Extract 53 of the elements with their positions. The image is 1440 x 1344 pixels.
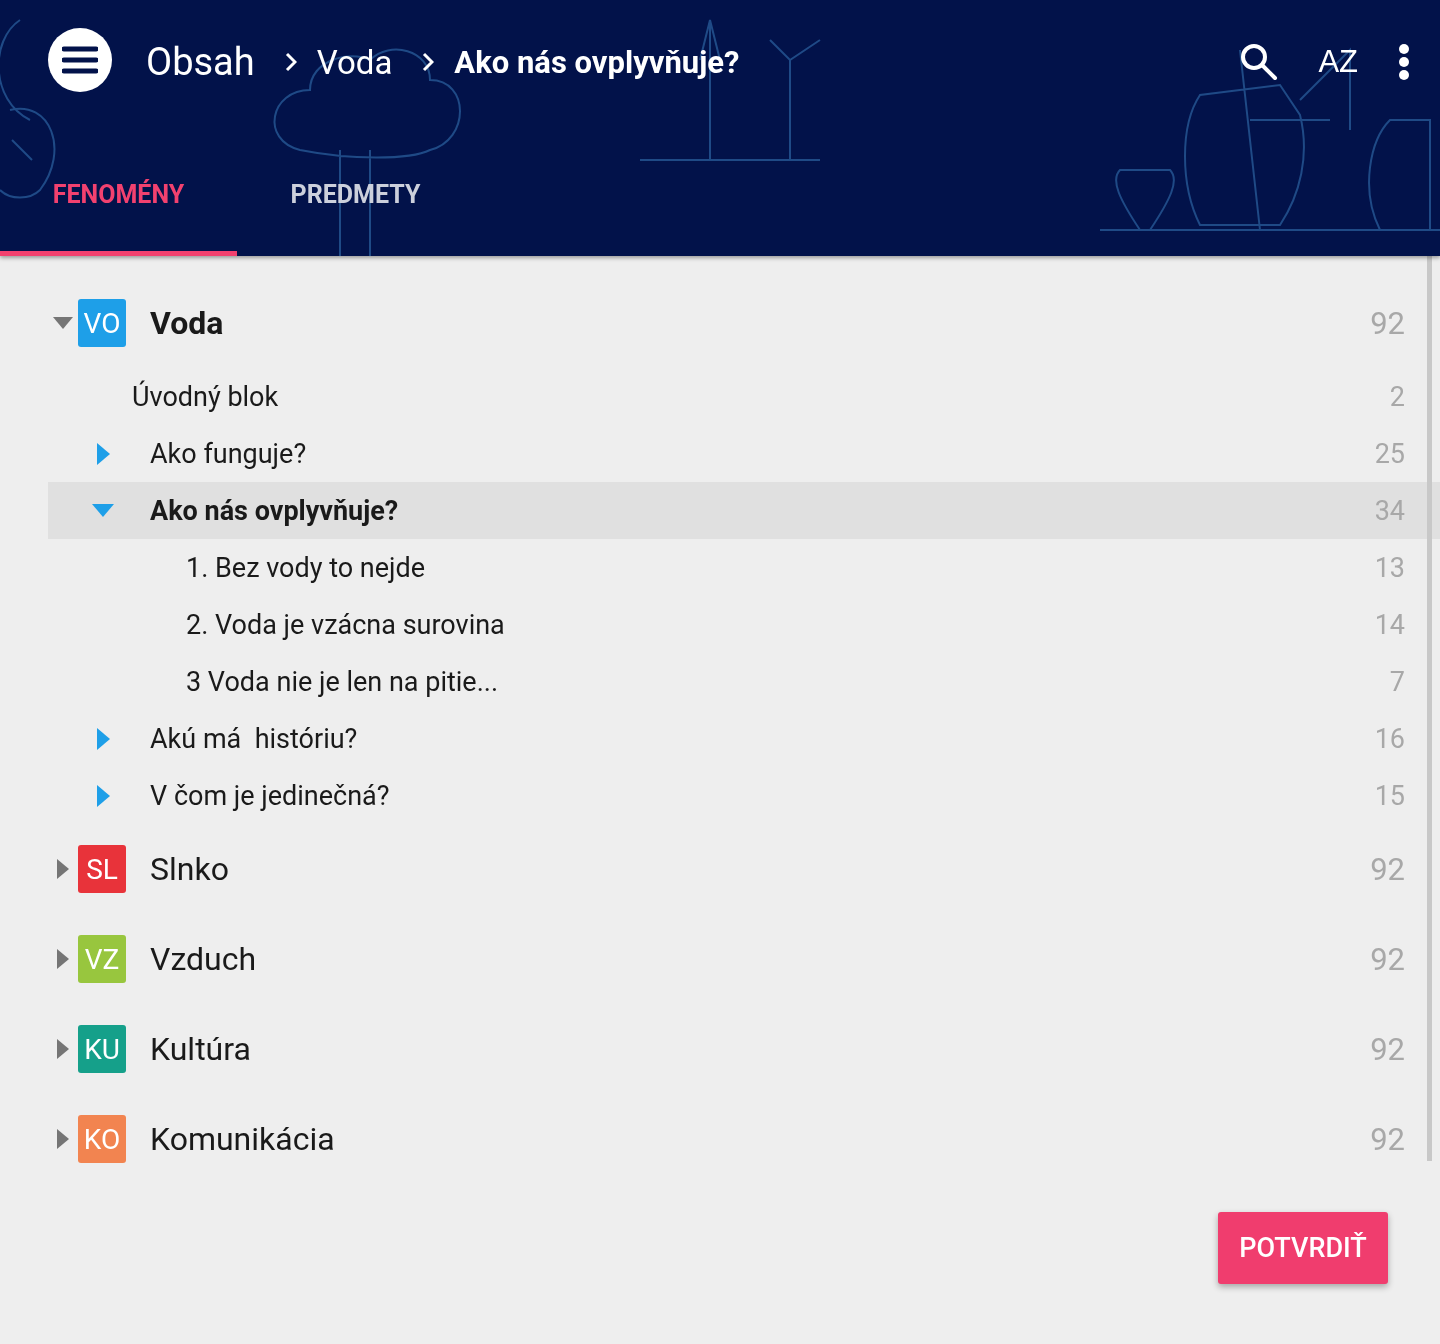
topic-badge: KU — [78, 1025, 126, 1073]
item-count: 92 — [1370, 304, 1405, 342]
confirm-button[interactable]: POTVRDIŤ — [1218, 1212, 1388, 1284]
caret-down-icon[interactable] — [53, 317, 73, 329]
subtopic-label[interactable]: Akú má históriu? — [150, 722, 1375, 755]
sort-button[interactable]: AZ — [1318, 40, 1358, 84]
caret-right-icon[interactable] — [57, 1039, 69, 1059]
item-count: 7 — [1389, 665, 1405, 698]
subtopic-label[interactable]: Ako nás ovplyvňuje? — [150, 494, 1375, 527]
topic-label[interactable]: Kultúra — [150, 1030, 1371, 1068]
item-count: 16 — [1374, 722, 1405, 755]
selected-row-highlight[interactable]: Ako nás ovplyvňuje? 34 — [48, 482, 1440, 539]
caret-down-icon[interactable] — [92, 504, 114, 517]
topic-badge: VO — [78, 299, 126, 347]
caret-right-icon[interactable] — [57, 1129, 69, 1149]
item-count: 34 — [1374, 494, 1405, 527]
subtopic-label[interactable]: Ako funguje? — [150, 437, 1375, 470]
search-button[interactable] — [1240, 43, 1279, 81]
chevron-right-icon — [284, 52, 297, 72]
caret-right-icon[interactable] — [96, 727, 110, 750]
subtopic-label[interactable]: Úvodný blok — [132, 380, 1390, 413]
item-count: 15 — [1374, 779, 1405, 812]
item-count: 92 — [1370, 1030, 1405, 1068]
item-count: 2 — [1389, 380, 1405, 413]
subtopic-label[interactable]: V čom je jedinečná? — [150, 779, 1375, 812]
breadcrumb-current: Ako nás ovplyvňuje? — [454, 43, 740, 81]
caret-right-icon[interactable] — [57, 859, 69, 879]
topic-badge: VZ — [78, 935, 126, 983]
caret-right-icon[interactable] — [96, 784, 110, 807]
breadcrumb-link[interactable]: Obsah — [146, 40, 255, 84]
topic-label[interactable]: Komunikácia — [150, 1120, 1371, 1158]
lesson-label[interactable]: 3 Voda nie je len na pitie... — [186, 665, 1390, 698]
breadcrumb-link[interactable]: Voda — [316, 42, 393, 82]
item-count: 92 — [1370, 940, 1405, 978]
topic-label[interactable]: Vzduch — [150, 940, 1371, 978]
caret-right-icon[interactable] — [96, 442, 110, 465]
caret-right-icon[interactable] — [57, 949, 69, 969]
tab[interactable]: FENOMÉNY — [0, 124, 237, 256]
tab[interactable]: PREDMETY — [237, 124, 474, 256]
topic-badge: SL — [78, 845, 126, 893]
menu-icon — [62, 46, 98, 74]
more-options-button[interactable] — [1398, 44, 1410, 80]
item-count: 92 — [1370, 1120, 1405, 1158]
lesson-label[interactable]: 1. Bez vody to nejde — [186, 551, 1375, 584]
item-count: 92 — [1370, 850, 1405, 888]
item-count: 14 — [1374, 608, 1405, 641]
lesson-label[interactable]: 2. Voda je vzácna surovina — [186, 608, 1375, 641]
item-count: 13 — [1374, 551, 1405, 584]
chevron-right-icon — [422, 52, 435, 72]
topic-label[interactable]: Voda — [150, 304, 1371, 342]
item-count: 25 — [1374, 437, 1405, 470]
topic-badge: KO — [78, 1115, 126, 1163]
topic-label[interactable]: Slnko — [150, 850, 1371, 888]
